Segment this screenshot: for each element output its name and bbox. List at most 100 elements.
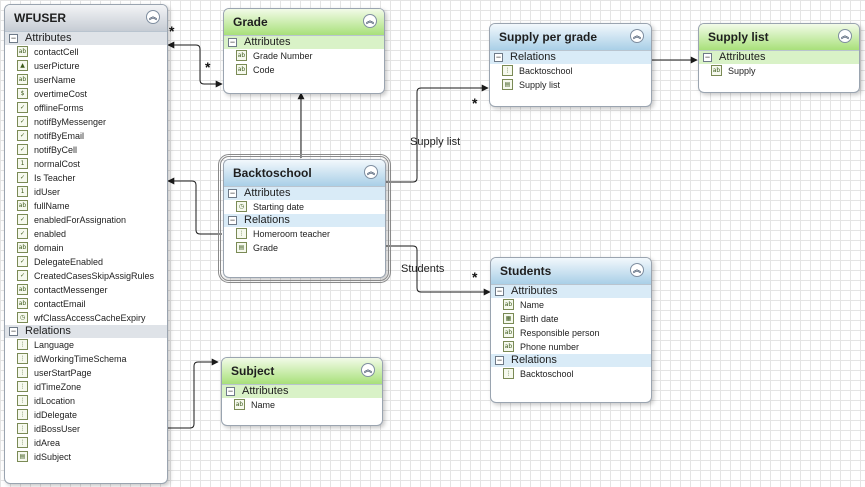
entity-header[interactable]: Backtoschool ︽ [224,160,385,187]
entity-grade[interactable]: Grade ︽ − Attributes ab Grade Number ab Code [223,8,385,94]
entity-header[interactable]: Grade ︽ [224,9,384,36]
field-row[interactable]: ▤ Supply list [490,78,651,92]
collapse-icon[interactable]: ︽ [364,165,378,179]
section-attributes[interactable]: − Attributes [222,385,382,398]
field-row[interactable]: ✓ enabledForAssignation [5,213,167,227]
field-name: Grade Number [253,51,313,61]
entity-header[interactable]: Supply list ︽ [699,24,859,51]
field-row[interactable]: ab Name [222,398,382,412]
field-row[interactable]: ⋮ Backtoschool [491,367,651,381]
field-row[interactable]: ◷ Starting date [224,200,385,214]
field-row[interactable]: ✓ offlineForms [5,101,167,115]
entity-backtoschool[interactable]: Backtoschool ︽ − Attributes ◷ Starting date − R… [218,154,391,283]
field-row[interactable]: ▤ Grade [224,241,385,255]
field-row[interactable]: ab Responsible person [491,326,651,340]
text-icon: ab [17,242,28,253]
collapse-section-icon[interactable]: − [228,189,237,198]
entity-header[interactable]: Students ︽ [491,258,651,285]
field-row[interactable]: ⋮ idWorkingTimeSchema [5,352,167,366]
table-icon: ▤ [502,79,513,90]
collapse-icon[interactable]: ︽ [361,363,375,377]
field-row[interactable]: ⋮ userStartPage [5,366,167,380]
field-row[interactable]: ab Supply [699,64,859,78]
entity-students[interactable]: Students ︽ − Attributes ab Name ▦ Birth date ab R… [490,257,652,403]
field-name: wfClassAccessCacheExpiry [34,313,146,323]
field-row[interactable]: ab contactEmail [5,297,167,311]
field-name: notifByEmail [34,131,85,141]
collapse-icon[interactable]: ︽ [363,14,377,28]
checkbox-icon: ✓ [17,228,28,239]
field-row[interactable]: ⋮ idArea [5,436,167,450]
field-row[interactable]: ⋮ idDelegate [5,408,167,422]
field-row[interactable]: ✓ DelegateEnabled [5,255,167,269]
section-label: Relations [511,354,557,366]
section-attributes[interactable]: − Attributes [224,187,385,200]
collapse-icon[interactable]: ︽ [630,263,644,277]
field-row[interactable]: $ overtimeCost [5,87,167,101]
section-relations[interactable]: − Relations [5,325,167,338]
field-row[interactable]: ⋮ idTimeZone [5,380,167,394]
field-row[interactable]: ✓ notifByMessenger [5,115,167,129]
field-row[interactable]: ⋮ Language [5,338,167,352]
field-row[interactable]: ab Code [224,63,384,77]
collapse-section-icon[interactable]: − [703,53,712,62]
section-relations[interactable]: − Relations [490,51,651,64]
field-row[interactable]: ✓ CreatedCasesSkipAssigRules [5,269,167,283]
field-row[interactable]: ⋮ Backtoschool [490,64,651,78]
entity-wfuser[interactable]: WFUSER ︽ − Attributes ab contactCell ▲ userPict… [4,4,168,484]
entity-subject[interactable]: Subject ︽ − Attributes ab Name [221,357,383,426]
field-row[interactable]: ab Phone number [491,340,651,354]
section-attributes[interactable]: − Attributes [5,32,167,45]
connector-backtoschool-wfuser[interactable] [167,177,222,235]
field-row[interactable]: ▤ idSubject [5,450,167,464]
field-row[interactable]: ⋮ Homeroom teacher [224,227,385,241]
field-row[interactable]: ab contactMessenger [5,283,167,297]
field-row[interactable]: ▲ userPicture [5,59,167,73]
collapse-section-icon[interactable]: − [495,356,504,365]
connector-wfuser-subject[interactable] [166,358,219,429]
entity-supply-per-grade[interactable]: Supply per grade ︽ − Relations ⋮ Backtoschool… [489,23,652,107]
field-row[interactable]: ◷ wfClassAccessCacheExpiry [5,311,167,325]
datetime-icon: ◷ [17,312,28,323]
collapse-section-icon[interactable]: − [228,216,237,225]
field-row[interactable]: ⋮ idBossUser [5,422,167,436]
field-row[interactable]: ✓ notifByCell [5,143,167,157]
section-attributes[interactable]: − Attributes [224,36,384,49]
section-attributes[interactable]: − Attributes [491,285,651,298]
field-row[interactable]: 1 normalCost [5,157,167,171]
field-row[interactable]: ab domain [5,241,167,255]
collapse-section-icon[interactable]: − [228,38,237,47]
field-name: Supply list [519,80,561,90]
section-attributes[interactable]: − Attributes [699,51,859,64]
text-icon: ab [17,298,28,309]
entity-header[interactable]: WFUSER ︽ [5,5,167,32]
relation-icon: ⋮ [17,367,28,378]
collapse-section-icon[interactable]: − [494,53,503,62]
collapse-icon[interactable]: ︽ [838,29,852,43]
collapse-section-icon[interactable]: − [495,287,504,296]
section-relations[interactable]: − Relations [224,214,385,227]
entity-supply-list[interactable]: Supply list ︽ − Attributes ab Supply [698,23,860,93]
field-row[interactable]: ✓ enabled [5,227,167,241]
connector-wfuser-grade[interactable] [167,41,223,88]
field-row[interactable]: ▦ Birth date [491,312,651,326]
field-row[interactable]: ⋮ idLocation [5,394,167,408]
field-row[interactable]: ab contactCell [5,45,167,59]
collapse-icon[interactable]: ︽ [630,29,644,43]
collapse-section-icon[interactable]: − [226,387,235,396]
field-row[interactable]: ab fullName [5,199,167,213]
field-row[interactable]: ✓ notifByEmail [5,129,167,143]
collapse-icon[interactable]: ︽ [146,10,160,24]
field-row[interactable]: 1 idUser [5,185,167,199]
entity-header[interactable]: Subject ︽ [222,358,382,385]
field-row[interactable]: ab Grade Number [224,49,384,63]
section-relations[interactable]: − Relations [491,354,651,367]
entity-header[interactable]: Supply per grade ︽ [490,24,651,51]
section-label: Attributes [511,285,558,297]
field-row[interactable]: ab userName [5,73,167,87]
collapse-section-icon[interactable]: − [9,34,18,43]
checkbox-icon: ✓ [17,116,28,127]
field-row[interactable]: ab Name [491,298,651,312]
field-row[interactable]: ✓ Is Teacher [5,171,167,185]
collapse-section-icon[interactable]: − [9,327,18,336]
